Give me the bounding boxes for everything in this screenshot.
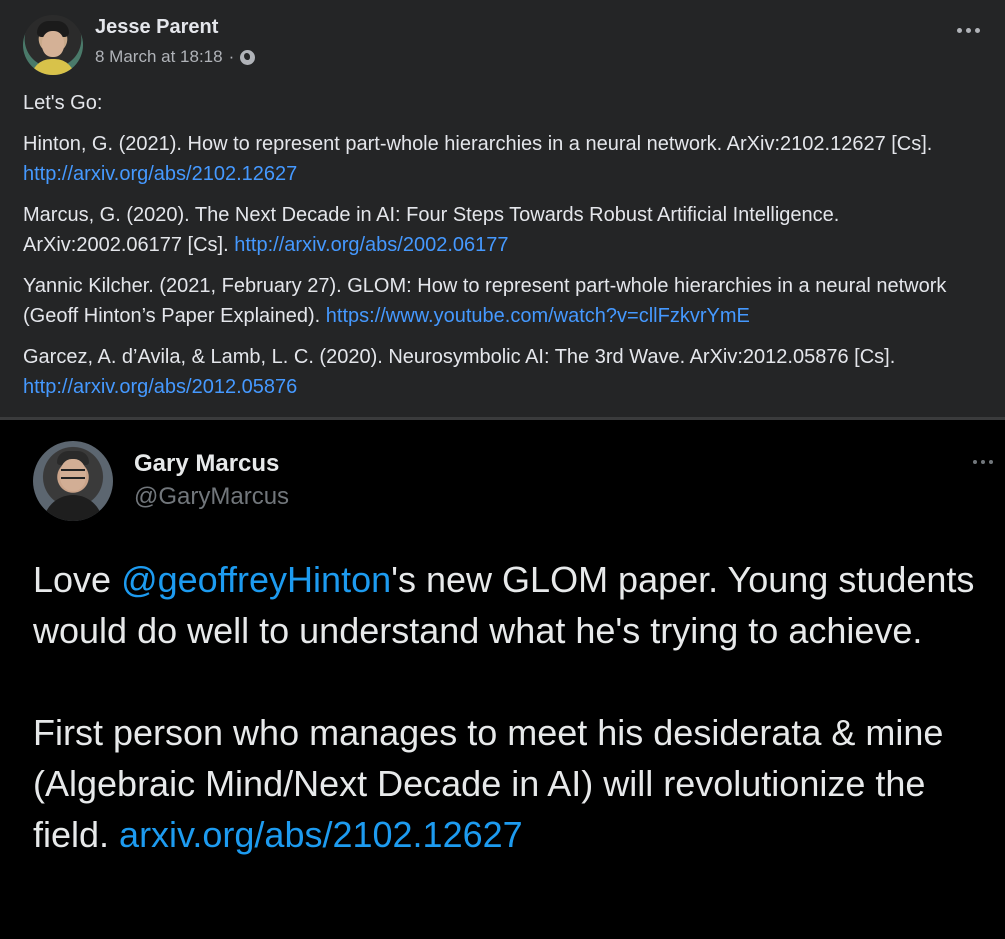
reference-link[interactable]: http://arxiv.org/abs/2012.05876 [23,376,297,398]
reference-text: Hinton, G. (2021). How to represent part… [23,133,933,155]
facebook-post: Jesse Parent 8 March at 18:18 · Let's Go… [0,0,1005,417]
reference-link[interactable]: https://www.youtube.com/watch?v=cllFzkvr… [326,305,750,327]
reference-item: Garcez, A. d’Avila, & Lamb, L. C. (2020)… [23,342,988,402]
post-body: Let's Go: Hinton, G. (2021). How to repr… [23,88,988,413]
tweet-url-link[interactable]: arxiv.org/abs/2102.12627 [119,814,523,855]
more-options-icon[interactable] [973,460,993,464]
tweet-author-avatar[interactable] [33,441,113,521]
author-avatar[interactable] [23,15,83,75]
tweet-author-name[interactable]: Gary Marcus [134,450,279,478]
reference-link[interactable]: http://arxiv.org/abs/2102.12627 [23,163,297,185]
more-options-icon[interactable] [957,28,980,33]
post-timestamp[interactable]: 8 March at 18:18 [95,47,223,67]
tweet-paragraph: First person who manages to meet his des… [33,707,988,860]
tweet-paragraph: Love @geoffreyHinton's new GLOM paper. Y… [33,554,988,656]
tweet-text: Love @geoffreyHinton's new GLOM paper. Y… [33,554,988,911]
globe-icon [240,49,256,65]
embedded-tweet: Gary Marcus @GaryMarcus Love @geoffreyHi… [0,420,1005,939]
post-intro: Let's Go: [23,92,103,114]
reference-item: Hinton, G. (2021). How to represent part… [23,129,988,189]
post-meta: 8 March at 18:18 · [95,47,256,67]
tweet-text-segment: Love [33,559,122,600]
mention-link[interactable]: @geoffreyHinton [121,559,391,600]
reference-link[interactable]: http://arxiv.org/abs/2002.06177 [234,234,508,256]
reference-text: Garcez, A. d’Avila, & Lamb, L. C. (2020)… [23,346,896,368]
author-name[interactable]: Jesse Parent [95,16,218,39]
tweet-author-handle[interactable]: @GaryMarcus [134,483,289,511]
reference-item: Yannic Kilcher. (2021, February 27). GLO… [23,271,988,331]
reference-item: Marcus, G. (2020). The Next Decade in AI… [23,200,988,260]
meta-separator: · [228,47,235,66]
